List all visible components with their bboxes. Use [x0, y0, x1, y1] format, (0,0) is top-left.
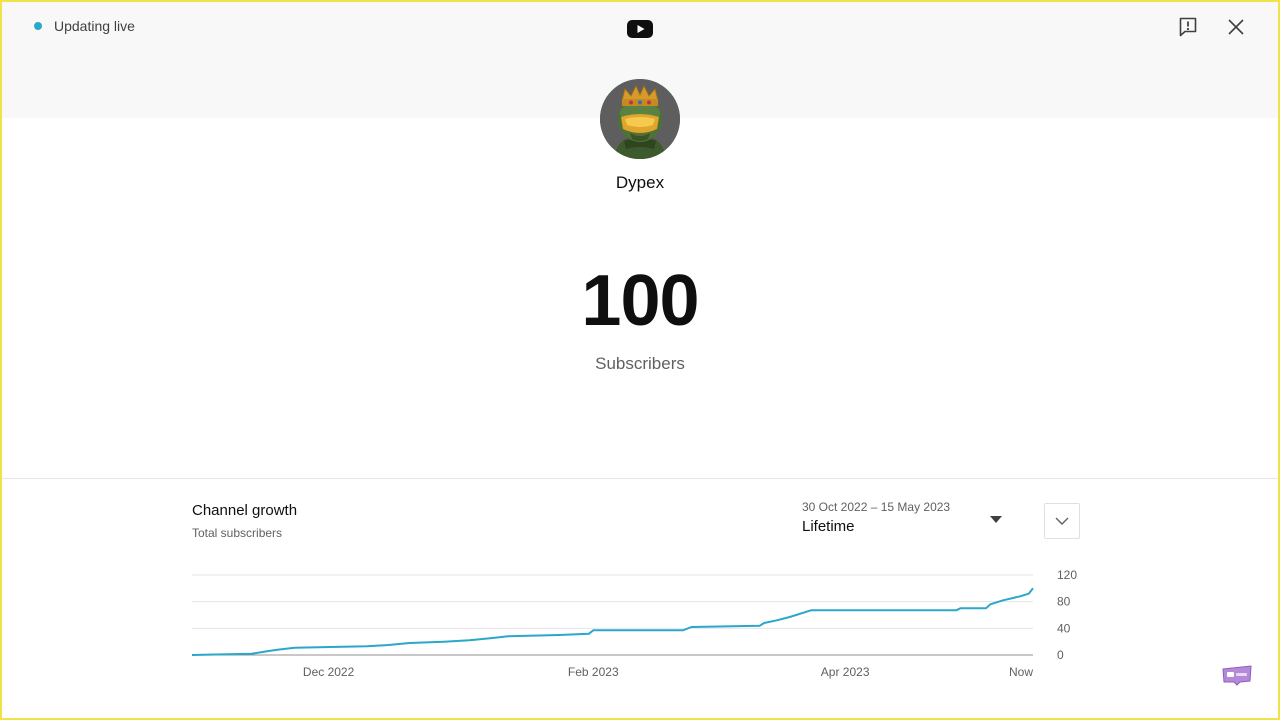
- section-divider: [2, 478, 1278, 479]
- subscriber-count-label: Subscribers: [595, 354, 685, 373]
- chart-title: Channel growth: [192, 502, 298, 519]
- x-tick-label: Dec 2022: [303, 665, 355, 679]
- live-status: Updating live: [34, 18, 135, 34]
- chevron-down-icon: [1055, 517, 1069, 525]
- y-tick-label: 0: [1057, 648, 1064, 662]
- x-tick-label: Now: [1009, 665, 1033, 679]
- chart-subtitle: Total subscribers: [192, 526, 283, 540]
- date-range-select[interactable]: Lifetime: [802, 518, 855, 535]
- channel-name: Dypex: [615, 173, 665, 192]
- subscribe-watermark-icon: [1222, 665, 1252, 686]
- y-tick-label: 120: [1057, 568, 1077, 582]
- youtube-logo-icon: [627, 20, 653, 38]
- growth-chart: 0 40 80 120 Dec 2022 Feb 2023 Apr 2023 Now: [191, 568, 1077, 679]
- channel-avatar: [600, 79, 680, 159]
- series-line: [191, 587, 1034, 656]
- feedback-icon[interactable]: [1179, 17, 1197, 37]
- live-status-label: Updating live: [54, 18, 135, 34]
- x-tick-label: Apr 2023: [821, 665, 870, 679]
- live-indicator-dot: [34, 22, 42, 30]
- dropdown-caret-icon[interactable]: [990, 516, 1002, 524]
- master-chief-crown-icon: [600, 79, 680, 159]
- y-tick-label: 80: [1057, 595, 1071, 609]
- close-icon[interactable]: [1227, 18, 1245, 36]
- x-tick-label: Feb 2023: [568, 665, 619, 679]
- subscriber-count: 100: [581, 261, 699, 341]
- expand-chart-button[interactable]: [1044, 503, 1080, 539]
- y-tick-label: 40: [1057, 621, 1071, 635]
- date-range-label: 30 Oct 2022 – 15 May 2023: [802, 500, 951, 514]
